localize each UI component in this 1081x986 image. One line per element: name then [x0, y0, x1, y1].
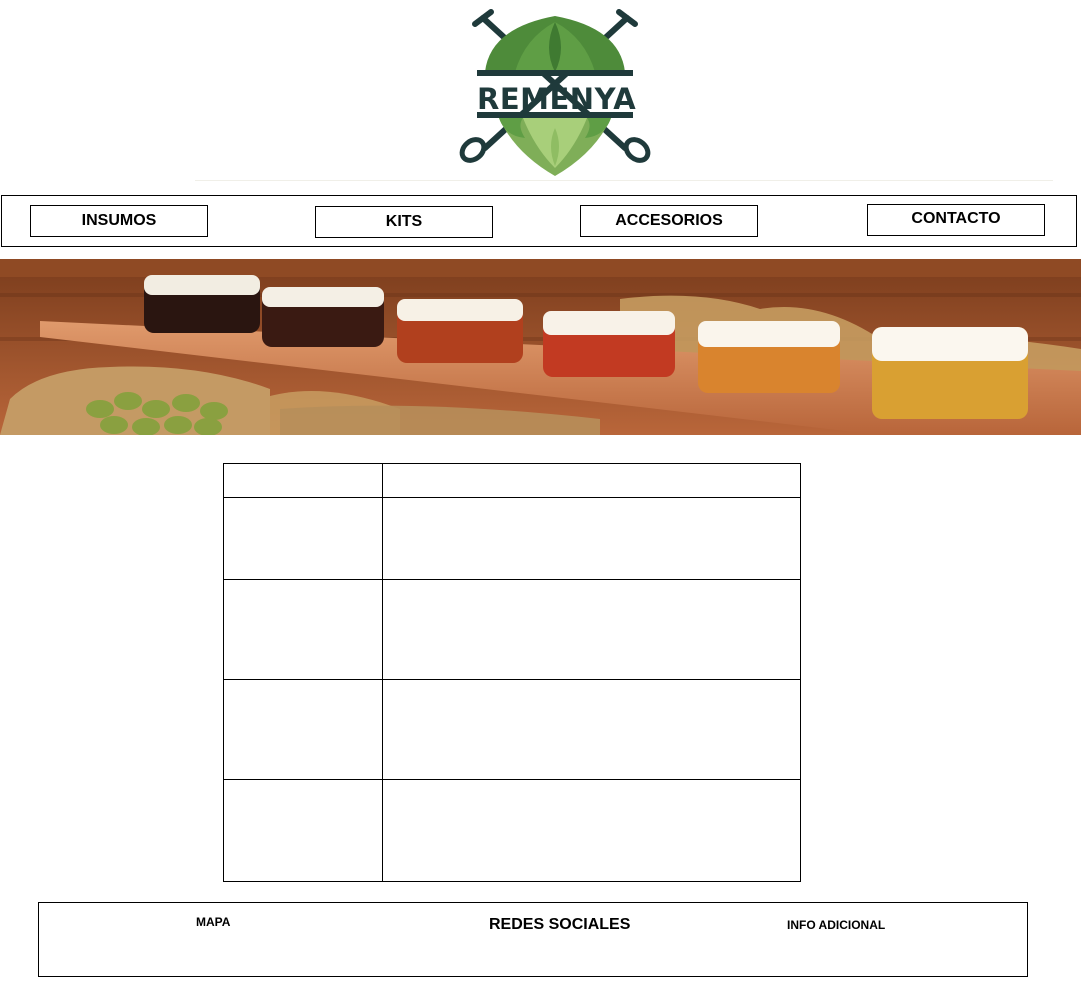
table-cell	[381, 679, 802, 780]
beer-tasting-flight-photo	[0, 259, 1081, 435]
table-cell	[223, 579, 383, 680]
table-cell	[223, 463, 383, 498]
footer-map-label[interactable]: MAPA	[196, 915, 230, 929]
footer: MAPA REDES SOCIALES INFO ADICIONAL	[38, 902, 1028, 977]
nav-accesorios-button[interactable]: ACCESORIOS	[580, 205, 758, 237]
table-cell	[381, 579, 802, 680]
table-cell	[381, 497, 802, 580]
main-nav: INSUMOS KITS ACCESORIOS CONTACTO	[1, 195, 1077, 247]
table-row	[223, 463, 802, 498]
site-logo[interactable]: REMENYA	[455, 8, 655, 180]
footer-info-label[interactable]: INFO ADICIONAL	[787, 918, 885, 932]
banner-illustration	[0, 259, 1081, 435]
footer-social-label[interactable]: REDES SOCIALES	[489, 916, 630, 934]
table-row	[223, 679, 802, 780]
table-cell	[223, 497, 383, 580]
table-row	[223, 579, 802, 680]
nav-kits-button[interactable]: KITS	[315, 206, 493, 238]
content-table	[223, 463, 802, 882]
table-cell	[381, 779, 802, 882]
table-row	[223, 497, 802, 580]
table-cell	[223, 679, 383, 780]
logo-wordmark: REMENYA	[477, 82, 637, 116]
table-row	[223, 779, 802, 882]
table-cell	[223, 779, 383, 882]
nav-insumos-button[interactable]: INSUMOS	[30, 205, 208, 237]
table-cell	[381, 463, 802, 498]
nav-contacto-button[interactable]: CONTACTO	[867, 204, 1045, 236]
